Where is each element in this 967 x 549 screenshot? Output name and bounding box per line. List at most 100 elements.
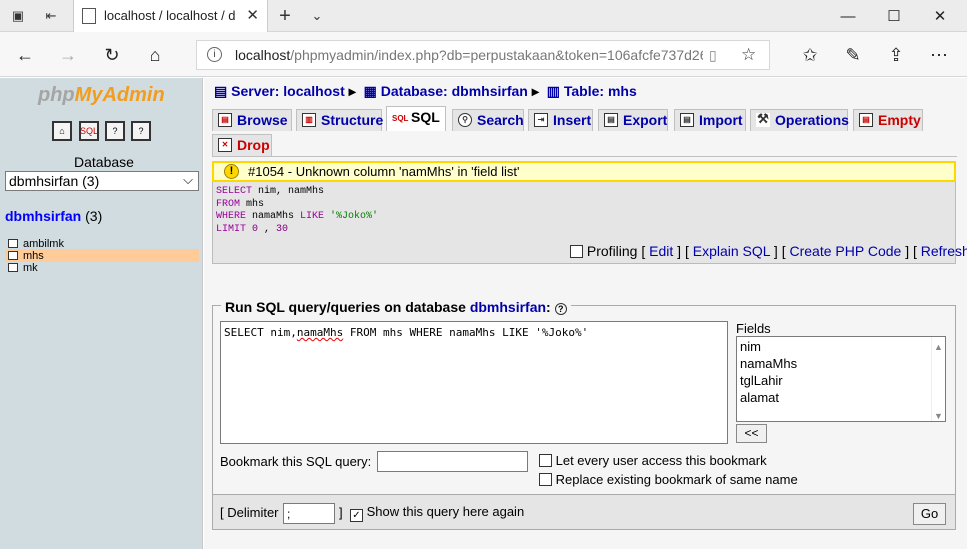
tab-drop[interactable]: ✕ Drop xyxy=(212,134,272,156)
table-item-mk[interactable]: mk xyxy=(5,261,199,274)
tab-structure[interactable]: ▥ Structure xyxy=(296,109,383,131)
tab-list-chevron-icon[interactable]: ⌄ xyxy=(308,7,326,25)
show-query-option[interactable]: ✓ Show this query here again xyxy=(350,504,524,522)
bookmark-replace-checkbox[interactable] xyxy=(539,473,552,486)
info-icon[interactable]: i xyxy=(207,47,222,62)
delimiter-input[interactable]: ; xyxy=(283,503,335,524)
query-legend: Run SQL query/queries on database dbmhsi… xyxy=(221,299,571,315)
browser-tab[interactable]: localhost / localhost / d ✕ xyxy=(73,0,268,32)
bookmark-public-option[interactable]: Let every user access this bookmark xyxy=(539,453,767,468)
tab-search[interactable]: ⚲ Search xyxy=(452,109,524,131)
tab-sql[interactable]: SQL SQL xyxy=(386,106,446,131)
tab-divider xyxy=(212,156,957,157)
profiling-checkbox[interactable] xyxy=(570,245,583,258)
bookmark-label: Bookmark this SQL query: xyxy=(220,454,372,469)
refresh-icon[interactable]: ↻ xyxy=(100,43,124,67)
new-tab-icon[interactable]: + xyxy=(276,5,294,27)
export-icon: ▤ xyxy=(604,113,618,127)
import-icon: ▤ xyxy=(680,113,694,127)
scroll-down-icon[interactable]: ▼ xyxy=(932,408,945,425)
address-bar: ← → ↻ ⌂ i localhost/phpmyadmin/index.php… xyxy=(0,32,967,77)
misspelled-word: namaMhs xyxy=(296,326,344,339)
notes-pen-icon[interactable]: ✎ xyxy=(841,43,865,67)
fields-list[interactable]: nim namaMhs tglLahir alamat ▲ ▼ xyxy=(736,336,946,422)
refresh-link[interactable]: Refresh xyxy=(921,243,967,259)
tab-browse[interactable]: ▤ Browse xyxy=(212,109,292,131)
page-icon xyxy=(82,8,96,24)
minimize-icon[interactable]: — xyxy=(825,0,871,32)
tab-empty[interactable]: ▤ Empty xyxy=(853,109,923,131)
delimiter-label: [ Delimiter xyxy=(220,505,279,520)
field-option[interactable]: namaMhs xyxy=(740,355,942,372)
database-select[interactable]: dbmhsirfan (3) ⌵ xyxy=(5,171,199,191)
query-links: Profiling [ Edit ] [ Explain SQL ] [ Cre… xyxy=(570,243,967,259)
search-icon: ⚲ xyxy=(458,113,472,127)
structure-icon: ▥ xyxy=(302,113,316,127)
sql-query-textarea[interactable]: SELECT nim,namaMhs FROM mhs WHERE namaMh… xyxy=(220,321,728,444)
table-icon xyxy=(8,251,18,260)
breadcrumb: ▤ Server: localhost ▸ ▦ Database: dbmhsir… xyxy=(214,83,637,99)
more-menu-icon[interactable]: ⋯ xyxy=(927,43,951,67)
favorite-star-icon[interactable]: ☆ xyxy=(741,45,756,65)
database-link[interactable]: dbmhsirfan (3) xyxy=(5,208,102,224)
close-window-icon[interactable]: ✕ xyxy=(917,0,963,32)
bookmark-public-checkbox[interactable] xyxy=(539,454,552,467)
insert-field-button[interactable]: << xyxy=(736,424,767,443)
phpmyadmin-docs-icon[interactable]: ? xyxy=(131,121,151,141)
set-aside-tabs-icon[interactable]: ⇤ xyxy=(42,7,60,25)
wrench-icon: ⚒ xyxy=(756,111,770,127)
error-text: #1054 - Unknown column 'namMhs' in 'fiel… xyxy=(248,164,520,179)
table-icon xyxy=(8,239,18,248)
close-tab-icon[interactable]: ✕ xyxy=(246,6,259,24)
scroll-up-icon[interactable]: ▲ xyxy=(932,339,945,356)
sql-icon: SQL xyxy=(392,113,408,127)
tab-title: localhost / localhost / d xyxy=(104,8,236,23)
documentation-icon[interactable]: ? xyxy=(105,121,125,141)
help-icon[interactable]: ? xyxy=(554,303,567,315)
reading-view-icon[interactable]: ▯ xyxy=(709,47,717,64)
title-bar: ▣ ⇤ localhost / localhost / d ✕ + ⌄ — ☐ … xyxy=(0,0,967,32)
url-field[interactable]: i localhost/phpmyadmin/index.php?db=perp… xyxy=(196,40,770,70)
breadcrumb-database[interactable]: Database: dbmhsirfan xyxy=(381,83,528,99)
insert-icon: ⇥ xyxy=(534,113,548,127)
tab-insert[interactable]: ⇥ Insert xyxy=(528,109,593,131)
home-button-icon[interactable]: ⌂ xyxy=(52,121,72,141)
maximize-icon[interactable]: ☐ xyxy=(871,0,917,32)
forward-icon[interactable]: → xyxy=(56,43,80,67)
field-option[interactable]: nim xyxy=(740,338,942,355)
breadcrumb-table[interactable]: Table: mhs xyxy=(564,83,637,99)
tab-operations[interactable]: ⚒ Operations xyxy=(750,109,849,131)
tab-import[interactable]: ▤ Import xyxy=(674,109,746,131)
profiling-label: Profiling xyxy=(586,243,638,259)
warning-icon: ! xyxy=(224,164,239,179)
phpmyadmin-logo[interactable]: phpMyAdmin xyxy=(38,84,165,107)
table-icon xyxy=(8,263,18,272)
browse-icon: ▤ xyxy=(218,113,232,127)
edit-link[interactable]: Edit xyxy=(649,243,673,259)
home-icon[interactable]: ⌂ xyxy=(143,43,167,67)
back-icon[interactable]: ← xyxy=(13,43,37,67)
go-button[interactable]: Go xyxy=(913,503,946,525)
bookmark-replace-option[interactable]: Replace existing bookmark of same name xyxy=(539,472,798,487)
show-query-checkbox[interactable]: ✓ xyxy=(350,509,363,522)
sql-query-window-icon[interactable]: SQL xyxy=(79,121,99,141)
favorites-icon[interactable]: ✩ xyxy=(798,43,822,67)
left-sidebar: phpMyAdmin ⌂ SQL ? ? Database dbmhsirfan… xyxy=(0,78,203,549)
field-option[interactable]: tglLahir xyxy=(740,372,942,389)
fields-scrollbar[interactable]: ▲ ▼ xyxy=(931,337,945,421)
database-icon: ▦ xyxy=(363,83,377,99)
create-php-code-link[interactable]: Create PHP Code xyxy=(790,243,902,259)
share-icon[interactable]: ⇪ xyxy=(884,43,908,67)
tab-manager-icon[interactable]: ▣ xyxy=(9,7,27,25)
fields-label: Fields xyxy=(736,321,771,336)
breadcrumb-server[interactable]: Server: localhost xyxy=(231,83,345,99)
table-icon: ▥ xyxy=(546,83,560,99)
bookmark-input[interactable] xyxy=(377,451,528,472)
server-icon: ▤ xyxy=(214,83,228,99)
delimiter-bracket: ] xyxy=(339,505,343,520)
explain-sql-link[interactable]: Explain SQL xyxy=(693,243,770,259)
main-content: ▤ Server: localhost ▸ ▦ Database: dbmhsir… xyxy=(204,78,967,549)
tab-export[interactable]: ▤ Export xyxy=(598,109,668,131)
field-option[interactable]: alamat xyxy=(740,389,942,406)
url-host: localhost xyxy=(235,47,291,63)
